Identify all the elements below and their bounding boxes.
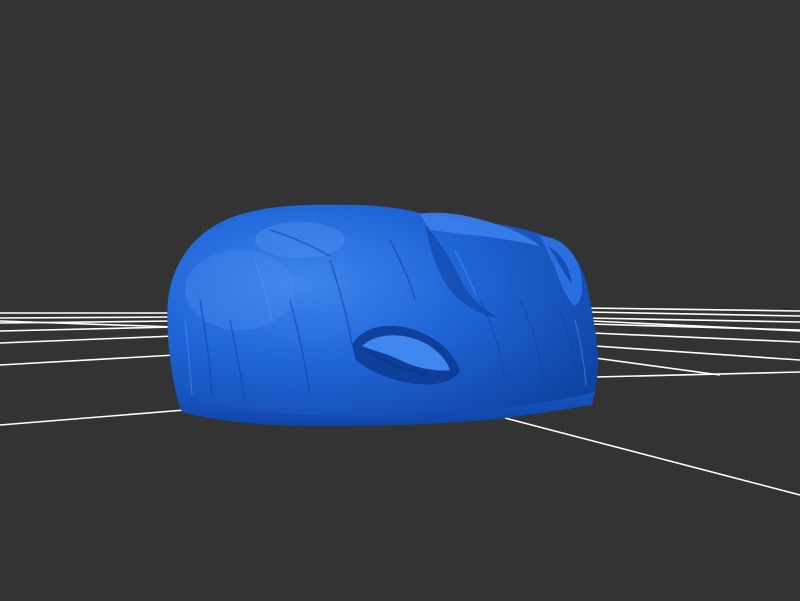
- grid-line: [0, 409, 186, 426]
- grid-line: [584, 311, 800, 317]
- grid-line: [0, 326, 176, 332]
- grid-line: [584, 317, 800, 323]
- grid-line: [504, 417, 800, 496]
- 3d-scene[interactable]: [0, 0, 800, 601]
- 3d-viewport[interactable]: [0, 0, 800, 601]
- grid-line: [594, 371, 800, 378]
- grid-line: [594, 357, 721, 376]
- grid-line: [0, 354, 176, 366]
- grid-line: [591, 320, 800, 332]
- grid-line: [594, 345, 800, 361]
- model-highlight: [185, 250, 295, 330]
- grid-line: [591, 332, 800, 343]
- grid-line: [0, 316, 176, 319]
- model-highlight: [255, 222, 345, 258]
- grid-line: [584, 307, 800, 312]
- grid-line: [0, 335, 176, 344]
- 3d-model-mesh[interactable]: [167, 204, 598, 426]
